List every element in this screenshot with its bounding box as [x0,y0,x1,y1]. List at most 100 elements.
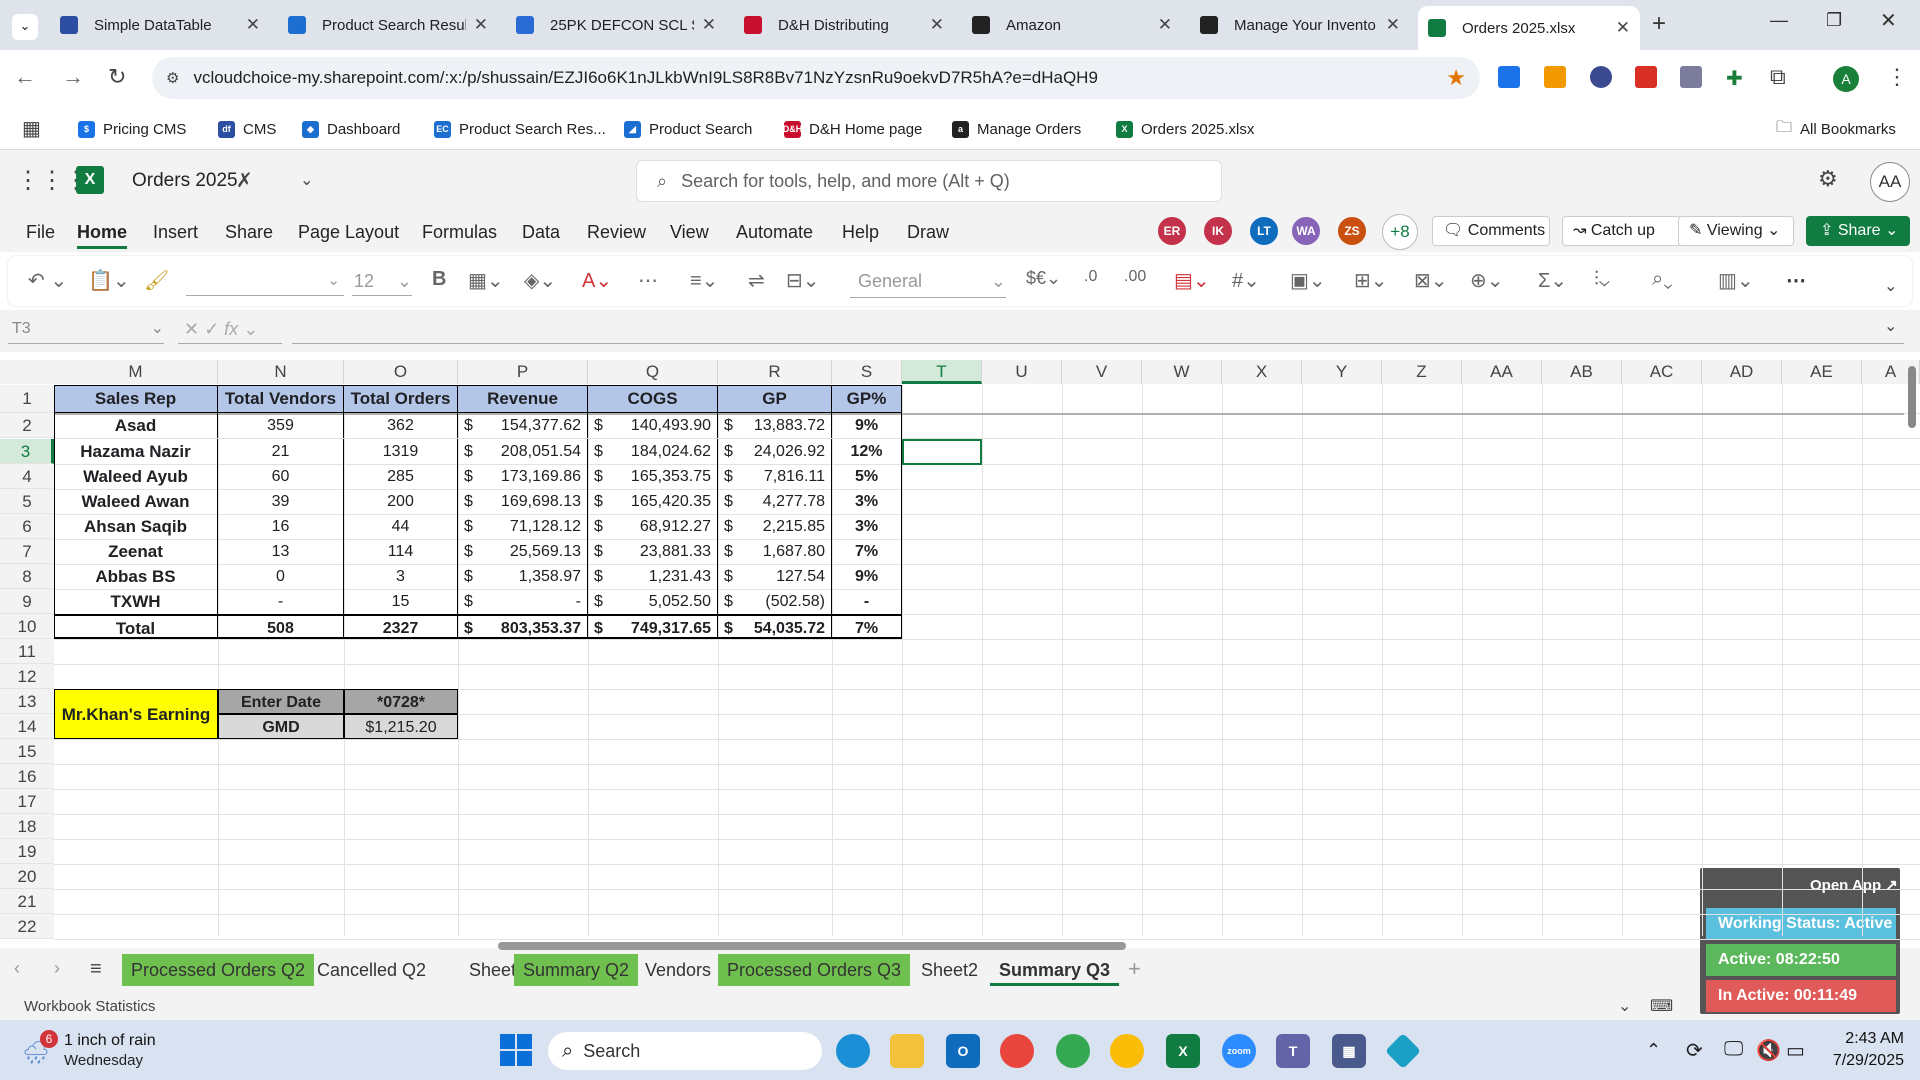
earnings-label[interactable]: Mr.Khan's Earning [54,689,218,739]
cell-styles-icon[interactable]: ▣⌄ [1290,268,1326,293]
column-header[interactable]: O [344,360,458,384]
borders-icon[interactable]: ▦⌄ [468,268,504,293]
workbook-statistics[interactable]: Workbook Statistics [24,998,155,1015]
active-cell-t3[interactable] [902,439,982,465]
table-cell[interactable]: 7,816.11 $ [718,464,832,489]
table-cell[interactable]: 15 [344,589,458,614]
column-header[interactable]: N [218,360,344,384]
table-cell[interactable]: 12% [832,439,902,464]
user-avatar[interactable]: AA [1870,162,1910,202]
collaborator-avatar[interactable]: LT [1248,215,1280,247]
table-cell[interactable]: Sales Rep [54,385,218,413]
more-font-icon[interactable]: ⋯ [638,268,658,293]
table-cell[interactable]: 154,377.62 $ [458,413,588,438]
extension-icon-5[interactable] [1680,66,1702,88]
tray-chevron-icon[interactable]: ⌃ [1646,1040,1661,1061]
row-header[interactable]: 17 [0,789,54,814]
column-header[interactable]: W [1142,360,1222,384]
table-cell[interactable]: 16 [218,514,344,539]
settings-gear-icon[interactable]: ⚙ [1818,166,1838,192]
menu-tab-review[interactable]: Review [587,222,646,243]
table-cell[interactable]: 60 [218,464,344,489]
table-cell[interactable]: Hazama Nazir [54,439,218,464]
comments-button[interactable]: 🗨 Comments [1432,216,1550,246]
bookmark-item[interactable]: EC Product Search Res... [434,114,606,144]
table-cell[interactable]: COGS [588,385,718,413]
close-tab-icon[interactable]: ✕ [930,15,944,35]
table-cell[interactable]: 184,024.62 $ [588,439,718,464]
row-header[interactable]: 5 [0,489,54,514]
profile-avatar[interactable]: A [1833,66,1859,92]
table-cell[interactable]: 13,883.72 $ [718,413,832,438]
reload-icon[interactable]: ↻ [108,64,126,90]
format-cells-icon[interactable]: ⊕⌄ [1470,268,1504,293]
currency-icon[interactable]: $€⌄ [1026,268,1061,289]
viewing-mode-button[interactable]: ✎ Viewing ⌄ [1678,216,1794,246]
row-header[interactable]: 22 [0,914,54,939]
sheet-tab[interactable]: Sheet2 [912,954,987,986]
tab-search-button[interactable]: ⌄ [12,14,38,40]
menu-tab-automate[interactable]: Automate [736,222,813,243]
row-header[interactable]: 1 [0,385,54,413]
table-cell[interactable]: 359 [218,413,344,438]
collaborator-avatar[interactable]: ER [1156,215,1188,247]
table-cell[interactable]: Asad [54,413,218,438]
browser-menu-icon[interactable]: ⋮ [1886,64,1908,90]
browser-tab[interactable]: Manage Your Invento ✕ [1190,8,1410,42]
table-cell[interactable]: 803,353.37 $ [458,614,588,639]
number-format-select[interactable]: General ⌄ [850,264,1006,298]
decrease-decimal-icon[interactable]: .0 [1084,268,1097,286]
add-sheet-icon[interactable]: + [1128,956,1141,982]
more-collaborators[interactable]: +8 [1382,214,1418,250]
start-button-icon[interactable] [500,1034,532,1066]
column-header[interactable]: Y [1302,360,1382,384]
teams-icon[interactable]: T [1276,1034,1310,1068]
bold-icon[interactable]: B [432,268,446,291]
table-cell[interactable]: Waleed Awan [54,489,218,514]
menu-tab-home[interactable]: Home [77,222,128,249]
table-cell[interactable]: 21 [218,439,344,464]
table-cell[interactable]: Revenue [458,385,588,413]
sheet-tab[interactable]: Processed Orders Q3 [718,954,911,986]
row-header[interactable]: 20 [0,864,54,889]
increase-decimal-icon[interactable]: .00 [1124,268,1146,286]
table-cell[interactable]: (502.58) $ [718,589,832,614]
extension-icon-2[interactable] [1544,66,1566,88]
menu-tab-help[interactable]: Help [842,222,879,243]
table-cell[interactable]: 1,231.43 $ [588,564,718,589]
extension-icon-3[interactable] [1590,66,1612,88]
row-header[interactable]: 6 [0,514,54,539]
bookmark-item[interactable]: a Manage Orders [952,114,1081,144]
network-icon[interactable]: 🖵 [1724,1038,1743,1061]
vertical-scrollbar[interactable] [1908,366,1916,428]
table-cell[interactable]: 4,277.78 $ [718,489,832,514]
table-cell[interactable]: 24,026.92 $ [718,439,832,464]
menu-tab-view[interactable]: View [670,222,709,243]
collaborator-avatar[interactable]: WA [1290,215,1322,247]
forward-icon[interactable]: → [62,64,84,90]
browser-tab[interactable]: Amazon ✕ [962,8,1182,42]
close-tab-icon[interactable]: ✕ [474,15,488,35]
table-cell[interactable]: Abbas BS [54,564,218,589]
table-cell[interactable]: 9% [832,564,902,589]
table-cell[interactable]: 1,687.80 $ [718,539,832,564]
more-options-icon[interactable]: ⋯ [1786,268,1806,293]
table-cell[interactable]: 68,912.27 $ [588,514,718,539]
table-cell[interactable]: 3 [344,564,458,589]
row-header[interactable]: 9 [0,589,54,614]
sort-filter-icon[interactable]: ⫶⌄ [1594,268,1610,291]
sync-icon[interactable]: ⟳ [1686,1038,1703,1063]
close-tab-icon[interactable]: ✕ [1616,18,1630,38]
table-cell[interactable]: 362 [344,413,458,438]
bookmark-item[interactable]: D&H D&H Home page [783,114,922,144]
bookmark-item[interactable]: ◢ Product Search [624,114,752,144]
fill-color-icon[interactable]: ◈⌄ [524,268,556,293]
volume-mute-icon[interactable]: 🔇 [1756,1038,1781,1063]
tell-me-search[interactable]: ⌕ Search for tools, help, and more (Alt … [636,160,1222,202]
column-header[interactable]: Q [588,360,718,384]
table-cell[interactable]: 5% [832,464,902,489]
chrome-icon-3[interactable] [1110,1034,1144,1068]
table-cell[interactable]: 140,493.90 $ [588,413,718,438]
browser-tab[interactable]: 25PK DEFCON SCL SL ✕ [506,8,726,42]
table-cell[interactable]: 114 [344,539,458,564]
